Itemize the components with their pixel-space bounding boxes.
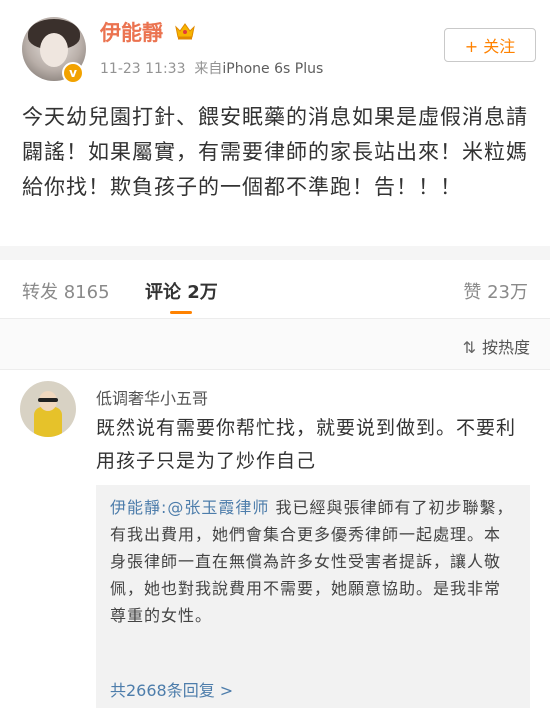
sort-icon: ⇅ bbox=[462, 338, 476, 357]
post-header: v 伊能靜 11-23 11:33 来自iPhone 6s Plus + 关注 bbox=[0, 0, 550, 90]
comment-username[interactable]: 低调奢华小五哥 bbox=[96, 385, 208, 409]
post-time: 11-23 11:33 bbox=[100, 61, 186, 77]
reply-author[interactable]: 伊能靜: bbox=[110, 498, 167, 517]
reply-mention[interactable]: @张玉霞律师 bbox=[167, 498, 269, 517]
tab-like[interactable]: 赞 23万 bbox=[463, 278, 528, 304]
sort-label: 按热度 bbox=[481, 338, 530, 357]
follow-button[interactable]: + 关注 bbox=[444, 28, 536, 62]
post-username[interactable]: 伊能靜 bbox=[100, 17, 163, 47]
sort-bar: ⇅ 按热度 bbox=[0, 319, 550, 370]
sort-by-hot-button[interactable]: ⇅ 按热度 bbox=[463, 334, 530, 358]
crown-icon bbox=[175, 23, 195, 40]
comment-text: 既然说有需要你帮忙找，就要说到做到。不要利用孩子只是为了炒作自己 bbox=[96, 417, 517, 472]
more-replies-link[interactable]: 共2668条回复 > bbox=[110, 677, 233, 701]
reply-box[interactable]: 伊能靜:@张玉霞律师 我已經與張律師有了初步聯繫，有我出費用，她們會集合更多優秀… bbox=[96, 485, 530, 708]
post-device: iPhone 6s Plus bbox=[222, 61, 324, 77]
comment-avatar-body bbox=[34, 407, 62, 437]
tab-comment[interactable]: 评论 2万 bbox=[145, 278, 218, 304]
interaction-tabs: 转发 8165 评论 2万 赞 23万 bbox=[0, 260, 550, 319]
comment-avatar[interactable] bbox=[20, 381, 76, 437]
reply-body: 我已經與張律師有了初步聯繫，有我出費用，她們會集合更多優秀律師一起處理。本身張律… bbox=[110, 498, 514, 625]
section-divider bbox=[0, 246, 550, 260]
active-tab-indicator bbox=[170, 311, 192, 314]
comment-avatar-glasses bbox=[38, 398, 58, 402]
post-source-prefix: 来自 bbox=[194, 61, 223, 77]
verified-badge-icon: v bbox=[62, 62, 84, 84]
avatar-face bbox=[40, 33, 68, 67]
post-body: 今天幼兒園打針、餵安眠藥的消息如果是虛假消息請闢謠！如果屬實，有需要律師的家長站… bbox=[22, 105, 528, 199]
post-meta: 11-23 11:33 来自iPhone 6s Plus bbox=[100, 58, 323, 78]
tab-repost[interactable]: 转发 8165 bbox=[22, 278, 110, 304]
reply-text: 伊能靜:@张玉霞律师 我已經與張律師有了初步聯繫，有我出費用，她們會集合更多優秀… bbox=[110, 494, 516, 629]
